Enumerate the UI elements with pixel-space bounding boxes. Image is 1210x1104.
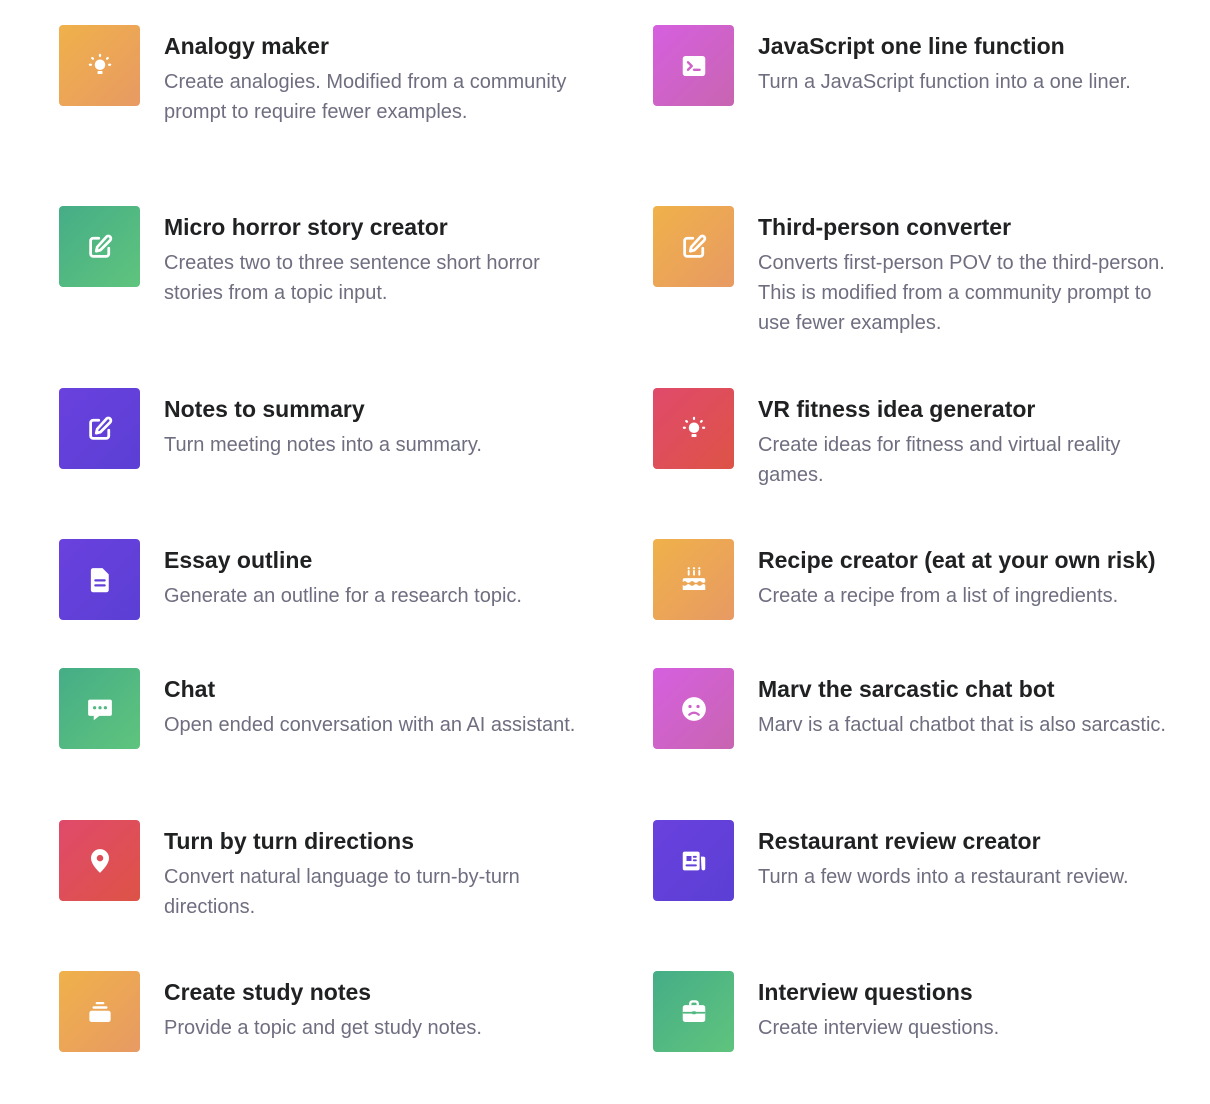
briefcase-icon [682, 999, 705, 1022]
example-description: Converts first-person POV to the third-p… [758, 252, 1165, 334]
pencil-square-icon [88, 416, 112, 440]
example-description: Marv is a factual chatbot that is also s… [758, 714, 1166, 736]
map-pin-icon [90, 848, 109, 873]
example-description: Create ideas for fitness and virtual rea… [758, 434, 1121, 486]
lightbulb-icon [88, 53, 111, 74]
example-title: JavaScript one line function [758, 33, 1065, 59]
example-icon-tile [653, 668, 734, 749]
example-title: Third-person converter [758, 214, 1012, 240]
example-title: Analogy maker [164, 33, 329, 59]
chat-bubble-icon [87, 699, 112, 720]
example-title: VR fitness idea generator [758, 396, 1036, 422]
example-description: Creates two to three sentence short horr… [164, 252, 540, 304]
example-icon-tile [653, 206, 734, 287]
example-title: Micro horror story creator [164, 214, 448, 240]
stack-icon [88, 1001, 111, 1022]
example-title: Notes to summary [164, 396, 365, 422]
document-icon [90, 567, 109, 592]
example-description: Provide a topic and get study notes. [164, 1017, 482, 1039]
example-icon-tile [653, 820, 734, 901]
example-title: Recipe creator (eat at your own risk) [758, 547, 1156, 573]
examples-grid: Analogy maker Create analogies. Modified… [0, 0, 1210, 1104]
lightbulb-icon [682, 416, 705, 437]
example-icon-tile [653, 539, 734, 620]
example-icon-tile [59, 971, 140, 1052]
example-title: Restaurant review creator [758, 828, 1041, 854]
example-description: Create a recipe from a list of ingredien… [758, 585, 1119, 607]
example-description: Open ended conversation with an AI assis… [164, 714, 576, 736]
example-description: Generate an outline for a research topic… [164, 585, 522, 607]
example-description: Turn a JavaScript function into a one li… [758, 71, 1131, 93]
example-icon-tile [59, 25, 140, 106]
example-title: Create study notes [164, 979, 372, 1005]
example-description: Turn meeting notes into a summary. [164, 434, 482, 456]
example-title: Turn by turn directions [164, 828, 415, 854]
example-icon-tile [653, 971, 734, 1052]
example-title: Interview questions [758, 979, 973, 1005]
example-icon-tile [653, 25, 734, 106]
example-icon-tile [59, 206, 140, 287]
terminal-icon [682, 55, 705, 76]
newspaper-icon [682, 851, 705, 870]
example-description: Create analogies. Modified from a commun… [164, 71, 567, 123]
example-icon-tile [59, 539, 140, 620]
example-icon-tile [59, 668, 140, 749]
example-description: Convert natural language to turn-by-turn… [164, 866, 520, 918]
example-description: Turn a few words into a restaurant revie… [758, 866, 1129, 888]
pencil-square-icon [88, 234, 112, 258]
example-icon-tile [59, 820, 140, 901]
example-title: Essay outline [164, 547, 313, 573]
sad-face-icon [681, 696, 706, 721]
example-description: Create interview questions. [758, 1017, 1000, 1039]
example-icon-tile [653, 388, 734, 469]
cake-icon [682, 566, 705, 590]
example-title: Marv the sarcastic chat bot [758, 676, 1055, 702]
example-title: Chat [164, 676, 216, 702]
pencil-square-icon [682, 234, 706, 258]
example-icon-tile [59, 388, 140, 469]
